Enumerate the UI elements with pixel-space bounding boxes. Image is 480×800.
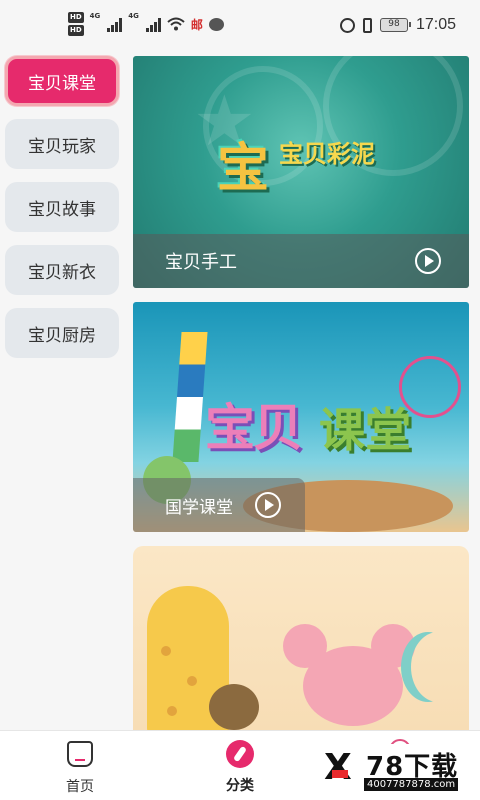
alarm-icon [339,17,355,33]
cover-art-subtitle: 宝贝彩泥 [279,140,375,168]
sidebar-item-label: 宝贝新衣 [28,262,96,283]
battery-icon: 98 [379,18,411,32]
chat-icon [208,17,224,31]
card-caption-bar: 宝贝手工 [133,234,469,288]
monkey-illustration [209,684,259,730]
tab-home[interactable]: 首页 [40,739,120,796]
status-left: HD HD 4G 4G 邮 [68,12,224,36]
card-title: 宝贝手工 [165,252,237,273]
sidebar-item-baby-kitchen[interactable]: 宝贝厨房 [5,308,119,358]
cover-art-title: 宝 [217,139,269,199]
giraffe-spot [187,676,197,686]
hd-indicators: HD HD [68,12,84,36]
watermark-logo: X [324,747,352,788]
sidebar-item-label: 宝贝玩家 [28,136,96,157]
cover-art-title: 宝贝 [205,399,303,457]
mouse-illustration [303,646,403,726]
network-type-label: 4G [128,12,139,20]
watermark-url: 4007787878.com [364,778,459,791]
hd-badge: HD [68,12,84,23]
tower-illustration [172,332,208,462]
category-sidebar: 宝贝课堂 宝贝玩家 宝贝故事 宝贝新衣 宝贝厨房 [5,56,121,371]
sidebar-item-label: 宝贝课堂 [28,73,96,94]
play-icon[interactable] [255,492,281,518]
home-icon [65,741,95,771]
sidebar-item-baby-stories[interactable]: 宝贝故事 [5,182,119,232]
site-watermark: X 78下载 4007787878.com [318,744,476,796]
tab-label: 分类 [226,778,254,794]
carrier-app-icon: 邮 [190,17,203,32]
compass-icon [225,740,255,770]
card-caption-bar: 国学课堂 [133,478,305,532]
sidebar-item-label: 宝贝故事 [28,199,96,220]
card-title: 国学课堂 [165,497,233,518]
tab-category[interactable]: 分类 [200,739,280,795]
tab-label: 首页 [66,779,94,795]
wifi-icon [167,17,185,31]
signal-icon [107,16,123,32]
sidebar-item-baby-classroom[interactable]: 宝贝课堂 [5,56,119,106]
course-card-handcraft[interactable]: ★ 宝 宝贝彩泥 宝贝手工 [133,56,469,288]
network-type-label: 4G [89,12,101,20]
play-icon[interactable] [415,248,441,274]
sidebar-item-baby-player[interactable]: 宝贝玩家 [5,119,119,169]
course-card-chinese-classics[interactable]: 宝贝 课堂 国学课堂 [133,302,469,532]
giraffe-spot [167,706,177,716]
sidebar-item-baby-clothes[interactable]: 宝贝新衣 [5,245,119,295]
moon-illustration [411,632,465,702]
course-card-animals[interactable] [133,546,469,730]
signal-icon [145,16,161,32]
giraffe-spot [161,646,171,656]
sidebar-item-label: 宝贝厨房 [28,325,96,346]
clock: 17:05 [415,16,456,33]
hd-badge: HD [68,25,84,36]
cover-art-subtitle: 课堂 [319,403,411,457]
vibrate-icon [362,17,372,33]
status-right: 98 17:05 [339,16,456,34]
status-bar: HD HD 4G 4G 邮 98 17:05 [0,0,480,52]
